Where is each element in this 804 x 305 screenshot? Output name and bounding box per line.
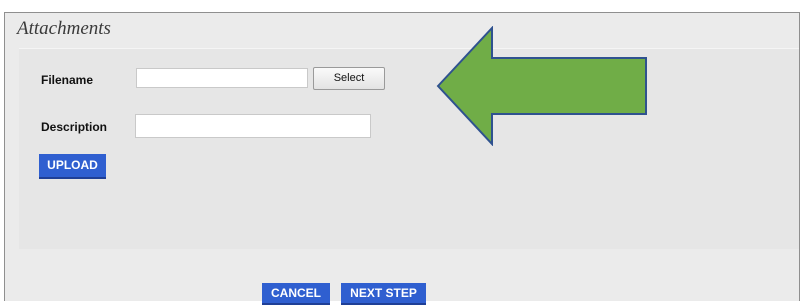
filename-input[interactable] <box>136 68 308 88</box>
upload-button[interactable]: UPLOAD <box>39 154 106 179</box>
description-label: Description <box>41 120 108 134</box>
description-input[interactable] <box>135 114 371 138</box>
section-title: Attachments <box>17 18 111 39</box>
filename-label: Filename <box>41 73 94 87</box>
left-arrow-icon <box>436 26 647 146</box>
next-step-button[interactable]: NEXT STEP <box>341 283 426 305</box>
select-file-button[interactable]: Select <box>313 67 385 90</box>
cancel-button[interactable]: CANCEL <box>262 283 330 305</box>
attachments-panel: Attachments <box>4 12 800 301</box>
top-strip <box>0 0 804 12</box>
